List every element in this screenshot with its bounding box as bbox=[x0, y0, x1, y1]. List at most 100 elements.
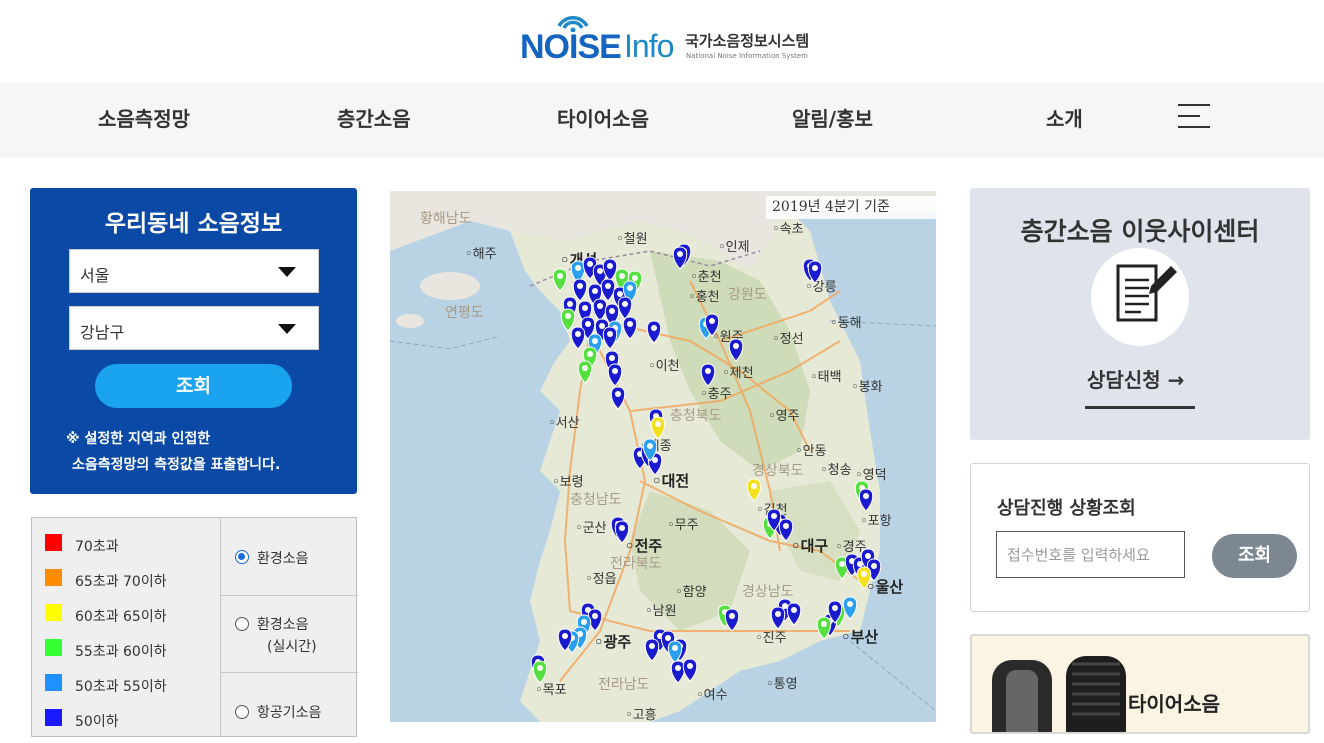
consult-apply-link[interactable]: 상담신청 → bbox=[1085, 364, 1195, 410]
local-panel-title: 우리동네 소음정보 bbox=[104, 211, 283, 237]
note-line-1: ※ 설정한 지역과 인접한 bbox=[66, 431, 211, 447]
map-place-label: ◦군산 bbox=[575, 521, 607, 536]
district-select-value: 강남구 bbox=[80, 323, 125, 342]
map-canvas[interactable]: 황해남도◦해주 ◦개성◦철원◦인제◦속초◦춘천◦홍천 강원도 ◦강릉연평도◦동해◦원주… bbox=[390, 191, 936, 722]
local-panel-note: ※ 설정한 지역과 인접한 소음측정망의 측정값을 표출합니다. bbox=[66, 426, 280, 478]
map-place-label: 황해남도 bbox=[420, 211, 472, 227]
site-logo[interactable]: NOISE Info 국가소음정보시스템 National Noise Info… bbox=[520, 10, 830, 70]
map-place-label: 연평도 bbox=[445, 305, 484, 321]
legend-label: 50이하 bbox=[75, 714, 119, 730]
nav-item-floor-noise[interactable]: 층간소음 bbox=[337, 103, 411, 132]
map-place-label: ◦목포 bbox=[535, 683, 567, 698]
map-place-label: ◦태백 bbox=[810, 370, 842, 385]
legend-swatch bbox=[45, 674, 62, 691]
map-place-label: ◦포항 bbox=[860, 514, 892, 529]
map-place-label: 충청북도 bbox=[670, 408, 722, 424]
nav-item-notice[interactable]: 알림/홍보 bbox=[792, 103, 873, 132]
logo-brand-info: Info bbox=[624, 28, 674, 64]
chevron-down-icon bbox=[278, 267, 296, 277]
map-place-label: ◦대구 bbox=[791, 537, 828, 555]
status-search-button[interactable]: 조회 bbox=[1212, 534, 1297, 578]
map-date-label: 2019년 4분기 기준 bbox=[766, 196, 936, 219]
map-place-label: ◦해주 bbox=[465, 247, 497, 262]
map-place-label: ◦정선 bbox=[772, 332, 804, 347]
logo-korean-name: 국가소음정보시스템 bbox=[685, 32, 810, 50]
legend-label: 60초과 65이하 bbox=[75, 609, 167, 625]
map-place-label: ◦울산 bbox=[866, 578, 903, 596]
noise-map[interactable]: 황해남도 ◦해주 ◦개성 ◦철원 ◦인제 ◦속초 ◦춘천 ◦홍천 강원도 ◦강릉 연평도 ◦동해 ◦원주… bbox=[390, 191, 936, 722]
map-place-label: ◦동해 bbox=[830, 316, 862, 331]
map-place-label: ◦강릉 bbox=[805, 280, 837, 295]
menu-icon[interactable] bbox=[1178, 104, 1212, 130]
map-place-label: ◦정읍 bbox=[585, 572, 617, 587]
tire-icon bbox=[992, 656, 1126, 732]
legend-label: 55초과 60이하 bbox=[75, 644, 167, 660]
map-place-label: ◦부산 bbox=[841, 628, 878, 646]
city-select-value: 서울 bbox=[80, 266, 110, 285]
map-place-label: ◦청송 bbox=[820, 463, 852, 478]
district-select[interactable]: 강남구 bbox=[69, 306, 319, 350]
map-place-label: 경상북도 bbox=[752, 463, 804, 479]
main-nav: 소음측정망 층간소음 타이어소음 알림/홍보 소개 bbox=[0, 83, 1324, 158]
search-button[interactable]: 조회 bbox=[95, 364, 292, 408]
map-place-label: ◦속초 bbox=[772, 222, 804, 237]
map-place-label: ◦함양 bbox=[675, 585, 707, 600]
map-place-label: ◦인제 bbox=[718, 240, 750, 255]
note-line-2: 소음측정망의 측정값을 표출합니다. bbox=[72, 457, 281, 473]
document-pen-icon bbox=[1091, 248, 1189, 346]
map-place-label: ◦안동 bbox=[795, 444, 827, 459]
map-place-label: ◦남원 bbox=[645, 604, 677, 619]
radio-button[interactable] bbox=[235, 705, 249, 719]
map-place-label: ◦여수 bbox=[696, 688, 728, 703]
receipt-number-input[interactable] bbox=[996, 531, 1185, 578]
consult-apply-label: 상담신청 → bbox=[1087, 368, 1185, 392]
type-sub-label: (실시간) bbox=[267, 639, 317, 655]
legend-swatch bbox=[45, 604, 62, 621]
logo-brand: NOISE bbox=[520, 28, 622, 66]
underline bbox=[1085, 406, 1195, 409]
legend-label: 50초과 55이하 bbox=[75, 679, 167, 695]
map-place-label: ◦무주 bbox=[667, 518, 699, 533]
nav-item-about[interactable]: 소개 bbox=[1046, 103, 1083, 132]
map-place-label: ◦진주 bbox=[755, 631, 787, 646]
map-place-label: 충청남도 bbox=[570, 492, 622, 508]
legend-label: 70초과 bbox=[75, 539, 119, 555]
header: NOISE Info 국가소음정보시스템 National Noise Info… bbox=[0, 0, 1324, 83]
city-select[interactable]: 서울 bbox=[69, 249, 319, 293]
map-place-label: ◦전주 bbox=[625, 537, 662, 555]
legend-swatch bbox=[45, 569, 62, 586]
legend-swatch bbox=[45, 639, 62, 656]
map-place-label: ◦대전 bbox=[652, 472, 689, 490]
radio-button[interactable] bbox=[235, 550, 249, 564]
map-place-label: ◦충주 bbox=[700, 387, 732, 402]
map-place-label: ◦이천 bbox=[648, 359, 680, 374]
type-label: 항공기소음 bbox=[257, 705, 322, 721]
map-place-label: ◦춘천 bbox=[690, 270, 722, 285]
type-option-aircraft-noise[interactable]: 항공기소음 bbox=[221, 673, 358, 743]
center-card-title: 층간소음 이웃사이센터 bbox=[1020, 217, 1260, 246]
logo-english-name: National Noise Information System bbox=[686, 52, 808, 60]
local-noise-panel: 우리동네 소음정보 서울 강남구 조회 ※ 설정한 지역과 인접한 소음측정망의… bbox=[30, 188, 357, 494]
type-option-env-noise-realtime[interactable]: 환경소음 (실시간) bbox=[221, 596, 358, 673]
nav-item-tire-noise[interactable]: 타이어소음 bbox=[557, 103, 649, 132]
tire-noise-banner[interactable]: 타이어소음 bbox=[970, 634, 1310, 734]
map-place-label: ◦보령 bbox=[552, 475, 584, 490]
legend-label: 65초과 70이하 bbox=[75, 574, 167, 590]
neighbor-center-card: 층간소음 이웃사이센터 상담신청 → bbox=[970, 188, 1310, 440]
type-label: 환경소음 bbox=[257, 617, 309, 633]
map-place-label: ◦서산 bbox=[548, 416, 580, 431]
type-label: 환경소음 bbox=[257, 551, 309, 567]
legend-swatch bbox=[45, 709, 62, 726]
tire-noise-label: 타이어소음 bbox=[1128, 692, 1220, 716]
nav-item-noise-network[interactable]: 소음측정망 bbox=[98, 103, 190, 132]
map-place-label: ◦홍천 bbox=[688, 290, 720, 305]
map-place-label: ◦봉화 bbox=[851, 380, 883, 395]
map-place-label: 강원도 bbox=[728, 287, 767, 303]
radio-button[interactable] bbox=[235, 617, 249, 631]
map-place-label: ◦철원 bbox=[616, 232, 648, 247]
map-place-label: ◦영주 bbox=[768, 409, 800, 424]
consult-status-card: 상담진행 상황조회 조회 bbox=[970, 463, 1310, 612]
map-place-label: ◦제천 bbox=[722, 366, 754, 381]
status-card-title: 상담진행 상황조회 bbox=[997, 498, 1136, 519]
type-option-env-noise[interactable]: 환경소음 bbox=[221, 518, 358, 596]
